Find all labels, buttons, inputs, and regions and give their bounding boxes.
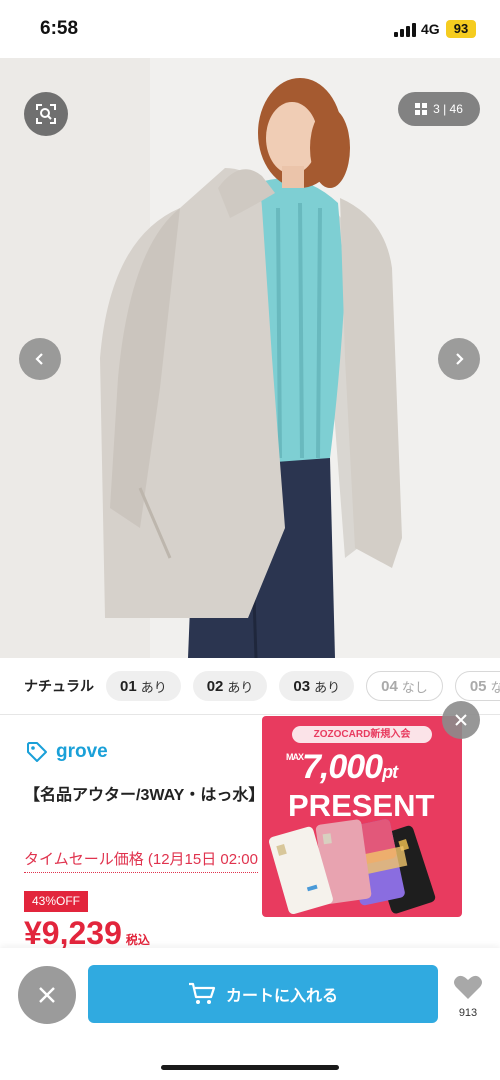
image-search-button[interactable] [24,92,68,136]
selected-color-name: ナチュラル [24,678,94,694]
image-counter-button[interactable]: 3 | 46 [398,92,480,126]
favorite-count: 913 [458,1007,478,1019]
previous-image-button[interactable] [19,338,61,380]
chip-stock: あり [227,679,254,695]
chip-number: 01 [120,677,137,695]
signal-icon [394,23,416,37]
chevron-right-icon [456,353,464,365]
close-icon [455,714,467,726]
network-type: 4G [421,21,440,37]
size-chip-01[interactable]: 01 あり [106,671,181,701]
image-counter-text: 3 | 46 [433,102,463,116]
add-to-cart-button[interactable]: カートに入れる [88,965,438,1023]
product-photo [0,58,500,658]
brand-link[interactable]: grove [26,741,108,763]
close-icon [39,987,55,1003]
promo-amount-value: 7,000 [302,748,383,786]
tag-icon [27,742,47,762]
home-indicator [161,1065,339,1070]
divider [0,714,500,715]
chip-number: 04 [381,677,398,695]
heart-icon [454,975,482,999]
chevron-left-icon [35,353,43,365]
time-sale-label[interactable]: タイムセール価格 (12月15日 02:00 [24,848,258,873]
image-search-icon [36,104,56,124]
product-image-gallery[interactable]: 3 | 46 [0,58,500,658]
close-button[interactable] [18,966,76,1024]
brand-name: grove [56,741,108,762]
credit-cards-image [268,819,436,915]
chip-stock: なし [401,679,428,695]
color-selector: ナチュラル 01 あり 02 あり 03 あり 04 なし 05 なし [0,658,500,714]
promo-max-label: MAX [286,752,304,762]
size-chip-04[interactable]: 04 なし [366,671,443,701]
favorite-button[interactable]: 913 [450,974,486,1019]
zozocard-promo-banner[interactable]: ZOZOCARD新規入会 MAX 7,000pt PRESENT [262,716,462,917]
chip-stock: あり [140,679,167,695]
price-value: ¥9,239 [24,915,122,951]
size-chip-05[interactable]: 05 なし [454,671,500,701]
promo-amount: MAX 7,000pt [286,748,398,787]
promo-unit: pt [382,762,398,782]
size-chip-02[interactable]: 02 あり [192,671,268,701]
battery-icon: 93 [446,20,476,38]
chip-number: 03 [293,677,311,695]
discount-badge: 43%OFF [24,891,89,912]
grid-icon [415,103,428,115]
size-chip-03[interactable]: 03 あり [279,671,355,701]
status-bar: 6:58 4G 93 [0,0,500,58]
next-image-button[interactable] [438,338,480,380]
chip-number: 02 [206,677,224,695]
price: ¥9,239 税込 [24,915,150,952]
promo-header: ZOZOCARD新規入会 [292,726,432,743]
add-to-cart-label: カートに入れる [225,988,338,1005]
chip-stock: あり [314,679,341,695]
status-time: 6:58 [40,18,79,39]
tax-label: 税込 [125,933,150,947]
cart-icon [188,982,216,1004]
bottom-action-bar: カートに入れる 913 [0,948,500,1080]
promo-close-button[interactable] [442,701,480,739]
chip-stock: なし [490,679,500,695]
chip-number: 05 [469,677,487,695]
